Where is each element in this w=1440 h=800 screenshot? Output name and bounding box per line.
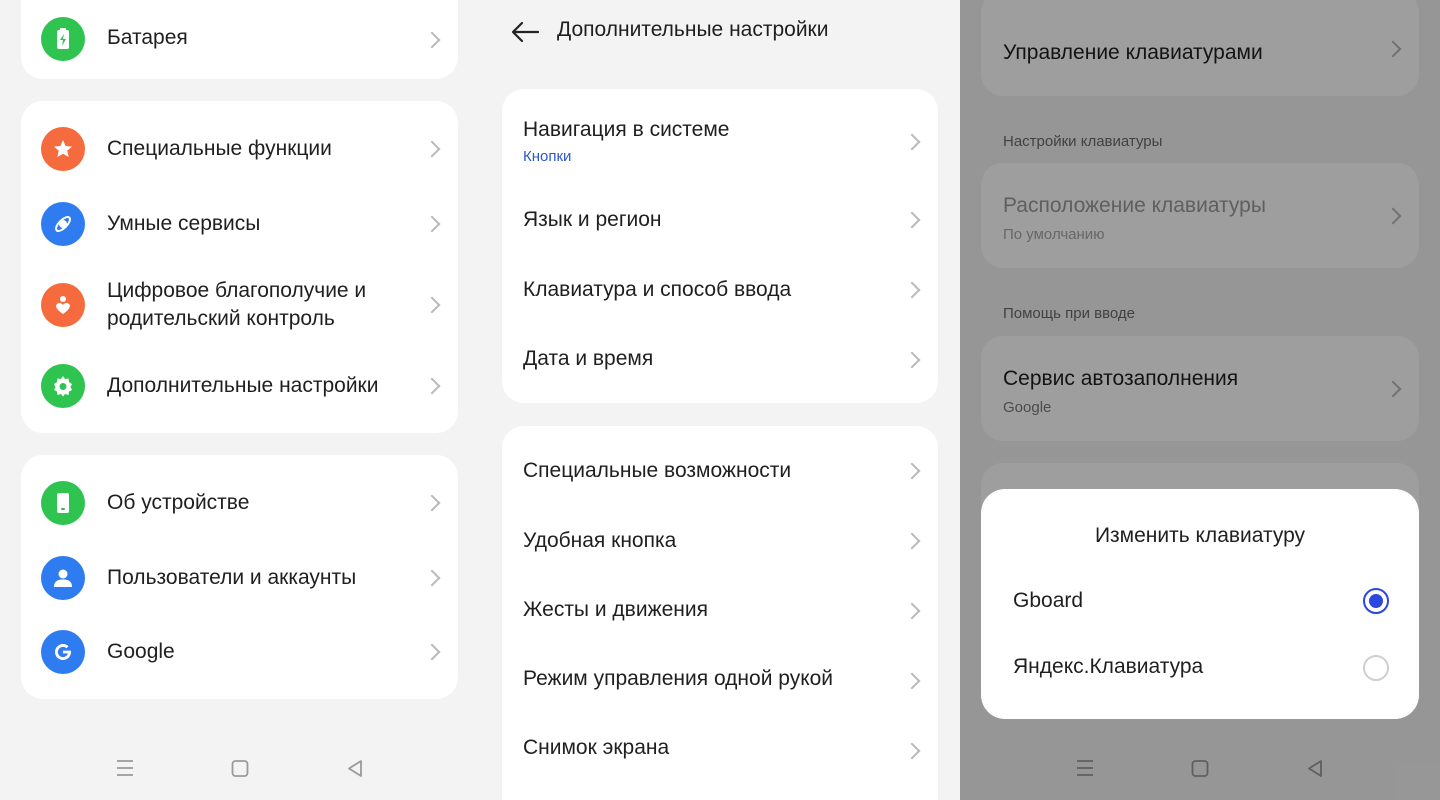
settings-item-label: Умные сервисы [107,212,261,235]
chevron-right-icon [903,133,921,151]
back-icon[interactable] [346,758,364,778]
settings-item-date-time[interactable]: Дата и время [502,325,938,395]
chevron-right-icon [423,569,441,587]
settings-item-system-navigation[interactable]: Навигация в системе Кнопки [502,99,938,185]
settings-item-label: Режим управления одной рукой [523,667,834,690]
settings-item-label: Специальные возможности [523,459,792,482]
settings-item-special-functions[interactable]: Специальные функции [21,111,458,187]
settings-item-label: Батарея [107,26,188,49]
chevron-right-icon [423,296,441,314]
settings-item-label: Цифровое благополучие и [107,279,367,302]
chevron-right-icon [423,643,441,661]
settings-item-label: Язык и регион [523,208,662,231]
satellite-icon [41,202,85,246]
chevron-right-icon [423,31,441,48]
settings-item-label: Удобная кнопка [523,529,677,552]
settings-group-system: Навигация в системе Кнопки Язык и регион… [502,89,938,403]
additional-settings-panel: Дополнительные настройки Навигация в сис… [480,0,960,800]
gear-icon [41,364,85,408]
google-icon [41,630,85,674]
chevron-right-icon [423,494,441,512]
battery-icon [41,17,85,61]
settings-item-label: Об устройстве [107,491,250,514]
navigation-bar [0,740,480,800]
chevron-right-icon [903,351,921,369]
settings-item-label: Клавиатура и способ ввода [523,278,792,301]
settings-item-label: Навигация в системе [523,118,730,141]
settings-item-label: Google [107,640,175,663]
page-title: Дополнительные настройки [557,18,829,41]
chevron-right-icon [903,462,921,480]
keyboard-option-gboard[interactable]: Gboard [981,569,1419,633]
dialog-title: Изменить клавиатуру [1094,524,1306,547]
settings-item-battery[interactable]: Батарея [21,0,458,79]
settings-item-users-accounts[interactable]: Пользователи и аккаунты [21,541,458,615]
back-arrow-icon[interactable] [510,20,540,44]
settings-item-label: Пользователи и аккаунты [107,566,357,589]
phone-icon [41,481,85,525]
settings-main-panel: Батарея Специальные функции Умные сервис… [0,0,480,800]
option-label: Яндекс.Клавиатура [1013,655,1204,678]
settings-item-value: Кнопки [523,148,572,165]
heart-person-icon [41,283,85,327]
star-icon [41,127,85,171]
settings-item-about-device[interactable]: Об устройстве [21,465,458,541]
option-label: Gboard [1013,589,1084,612]
settings-item-label: Жесты и движения [523,598,708,621]
settings-group-device: Об устройстве Пользователи и аккаунты Go… [21,455,458,699]
settings-item-smart-services[interactable]: Умные сервисы [21,187,458,261]
settings-item-screenshot[interactable]: Снимок экрана [502,716,938,786]
settings-item-label: Дополнительные настройки [107,374,379,397]
chevron-right-icon [423,215,441,233]
chevron-right-icon [903,742,921,760]
settings-item-one-hand-mode[interactable]: Режим управления одной рукой [502,646,938,716]
chevron-right-icon [423,140,441,158]
settings-item-label: Дата и время [523,347,654,370]
chevron-right-icon [903,211,921,229]
keyboard-option-yandex[interactable]: Яндекс.Клавиатура [981,635,1419,699]
chevron-right-icon [903,532,921,550]
settings-item-label-line2: родительский контроль [107,307,335,330]
home-icon[interactable] [231,758,249,778]
settings-item-label: Специальные функции [107,137,332,160]
settings-item-convenient-button[interactable]: Удобная кнопка [502,506,938,576]
settings-item-label: Снимок экрана [523,736,670,759]
settings-group-battery: Батарея [21,0,458,79]
settings-group-interaction: Специальные возможности Удобная кнопка Ж… [502,426,938,800]
settings-item-keyboard-input[interactable]: Клавиатура и способ ввода [502,255,938,325]
settings-item-accessibility[interactable]: Специальные возможности [502,436,938,506]
settings-item-gestures[interactable]: Жесты и движения [502,576,938,646]
settings-item-additional-settings[interactable]: Дополнительные настройки [21,349,458,423]
settings-item-google[interactable]: Google [21,615,458,689]
settings-item-digital-wellbeing[interactable]: Цифровое благополучие и родительский кон… [21,261,458,349]
settings-item-language-region[interactable]: Язык и регион [502,185,938,255]
keyboard-settings-panel: Управление клавиатурами Настройки клавиа… [960,0,1440,800]
settings-group-features: Специальные функции Умные сервисы Цифров… [21,101,458,433]
menu-icon[interactable] [116,758,134,778]
radio-selected-icon[interactable] [1363,588,1389,614]
chevron-right-icon [903,602,921,620]
chevron-right-icon [903,281,921,299]
radio-unselected-icon[interactable] [1363,655,1389,681]
chevron-right-icon [423,377,441,395]
user-icon [41,556,85,600]
change-keyboard-dialog: Изменить клавиатуру Gboard Яндекс.Клавиа… [981,489,1419,719]
chevron-right-icon [903,672,921,690]
